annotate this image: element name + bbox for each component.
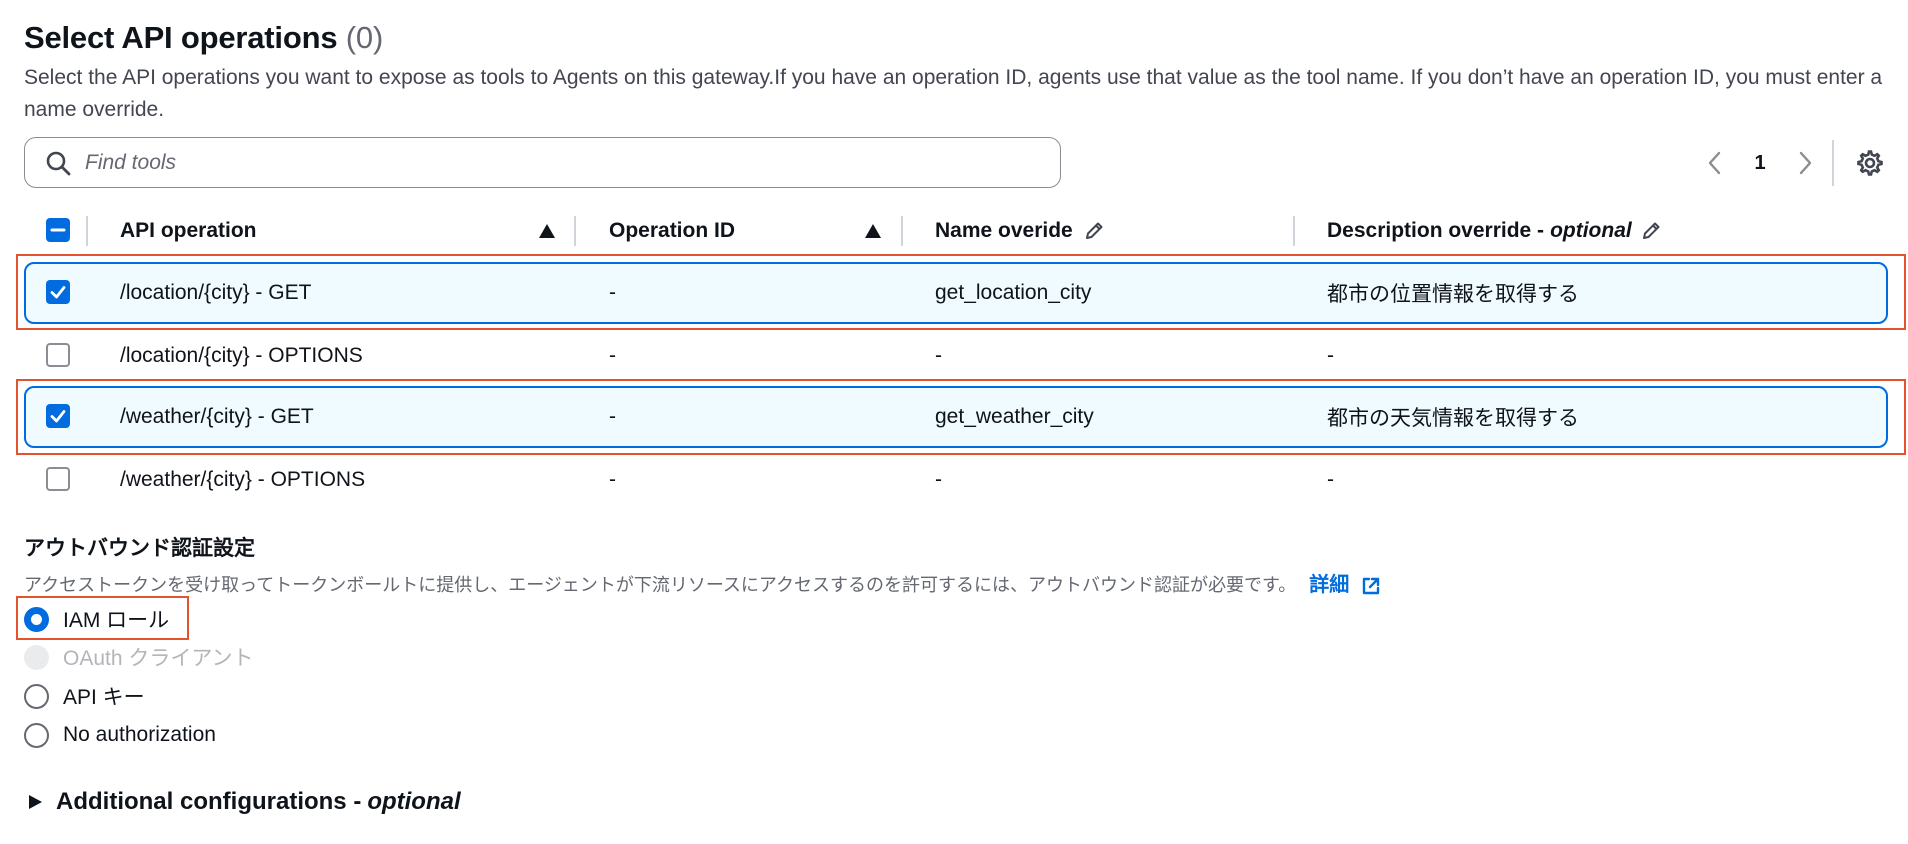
table-row[interactable]: /location/{city} - OPTIONS - - - <box>24 325 1888 387</box>
radio-label: IAM ロール <box>63 609 170 632</box>
chevron-right-icon <box>1799 151 1812 175</box>
page-number[interactable]: 1 <box>1748 142 1772 184</box>
radio-option-no-authorization[interactable]: No authorization <box>24 720 216 750</box>
page-title-text: Select API operations <box>24 20 338 55</box>
search-box[interactable] <box>24 137 1061 188</box>
column-header-label: Operation ID <box>609 219 736 242</box>
sort-ascending-icon[interactable] <box>538 223 556 239</box>
cell-api-operation: /weather/{city} - OPTIONS <box>120 468 366 491</box>
column-header-description-override: Description override - optional <box>1327 210 1662 252</box>
previous-page-button[interactable] <box>1700 142 1730 184</box>
outbound-auth-description: アクセストークンを受け取ってトークンボールトに提供し、エージェントが下流リソース… <box>24 568 1381 597</box>
column-separator <box>574 216 576 246</box>
sort-ascending-icon[interactable] <box>864 223 882 239</box>
cell-name-override[interactable]: - <box>935 449 942 511</box>
additional-configurations-label: Additional configurations - <box>56 788 362 815</box>
learn-more-link[interactable]: 詳細 <box>1309 574 1381 596</box>
cell-operation-id: - <box>609 468 616 491</box>
column-header-api-operation[interactable]: API operation <box>120 210 257 252</box>
row-checkbox[interactable] <box>46 343 70 367</box>
column-header-operation-id[interactable]: Operation ID <box>609 210 735 252</box>
gear-icon <box>1857 150 1883 176</box>
search-input[interactable] <box>85 150 985 175</box>
radio-option-oauth-client: OAuth クライアント <box>24 642 254 672</box>
caret-right-icon <box>29 795 42 809</box>
column-header-label: Name overide <box>935 219 1073 242</box>
next-page-button[interactable] <box>1790 142 1820 184</box>
page-title: Select API operations (0) <box>24 20 383 56</box>
highlight-annotation <box>16 254 1906 330</box>
radio-button[interactable] <box>24 722 49 748</box>
search-icon <box>46 151 71 175</box>
indeterminate-icon <box>50 228 66 232</box>
radio-button[interactable] <box>24 683 49 709</box>
table-row[interactable]: /weather/{city} - OPTIONS - - - <box>24 449 1888 511</box>
edit-pencil-icon <box>1085 222 1103 239</box>
table-header: API operation Operation ID Name overide … <box>24 210 1888 252</box>
column-separator <box>86 216 88 246</box>
cell-operation-id: - <box>609 344 616 367</box>
radio-option-api-key[interactable]: API キー <box>24 681 145 711</box>
radio-label: OAuth クライアント <box>63 647 254 670</box>
page-description: Select the API operations you want to ex… <box>24 66 1883 121</box>
optional-label: optional <box>1550 219 1632 242</box>
external-link-icon <box>1362 577 1380 594</box>
column-header-name-override: Name overide <box>935 210 1105 252</box>
table-preferences-button[interactable] <box>1852 142 1888 184</box>
pagination-divider <box>1832 140 1834 186</box>
column-header-label: API operation <box>120 219 257 242</box>
column-separator <box>901 216 903 246</box>
column-header-label: Description override - <box>1327 219 1545 242</box>
learn-more-link-label: 詳細 <box>1309 574 1350 596</box>
optional-label: optional <box>367 788 461 815</box>
cell-api-operation: /location/{city} - OPTIONS <box>120 344 363 367</box>
radio-label: No authorization <box>63 723 216 746</box>
cell-description-override[interactable]: - <box>1327 449 1334 511</box>
outbound-auth-description-text: アクセストークンを受け取ってトークンボールトに提供し、エージェントが下流リソース… <box>24 575 1297 595</box>
outbound-auth-title: アウトバウンド認証設定 <box>24 537 255 560</box>
cell-description-override[interactable]: - <box>1327 325 1334 387</box>
radio-button <box>24 644 49 670</box>
radio-button[interactable] <box>24 606 49 632</box>
highlight-annotation <box>16 379 1906 455</box>
radio-label: API キー <box>63 686 145 709</box>
additional-configurations-toggle[interactable]: Additional configurations - optional <box>26 788 461 816</box>
selected-count: (0) <box>345 20 384 55</box>
radio-option-iam-role[interactable]: IAM ロール <box>24 604 169 634</box>
select-all-checkbox[interactable] <box>46 218 70 242</box>
edit-pencil-icon <box>1642 222 1660 239</box>
column-separator <box>1293 216 1295 246</box>
row-checkbox[interactable] <box>46 467 70 491</box>
chevron-left-icon <box>1708 151 1721 175</box>
cell-name-override[interactable]: - <box>935 325 942 387</box>
